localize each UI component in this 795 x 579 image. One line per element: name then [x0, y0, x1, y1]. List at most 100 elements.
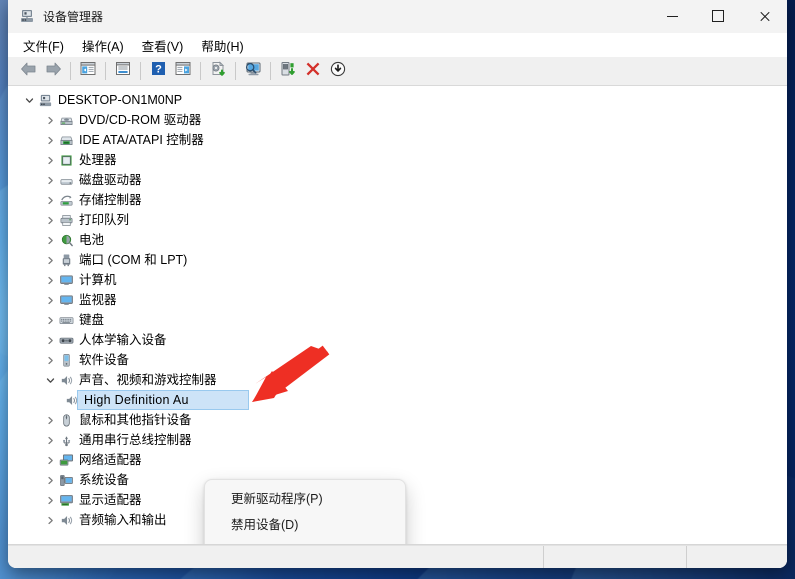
chevron-right-icon[interactable] [42, 332, 58, 348]
chevron-right-icon[interactable] [42, 472, 58, 488]
close-icon [759, 11, 770, 22]
tree-node-software-devices[interactable]: 软件设备 [8, 350, 787, 370]
forward-button[interactable] [41, 59, 65, 83]
back-icon [20, 62, 37, 81]
help-button[interactable]: ? [146, 59, 170, 83]
enable-device-icon [280, 61, 297, 82]
tree-node-network-adapters[interactable]: 网络适配器 [8, 450, 787, 470]
tree-node-label: 电池 [79, 233, 105, 247]
toolbar-separator-5 [235, 62, 236, 80]
tree-node-label: 通用串行总线控制器 [79, 433, 192, 447]
chevron-down-icon[interactable] [42, 372, 58, 388]
ctx-uninstall-device[interactable]: 卸载设备(U) [205, 536, 405, 545]
chevron-right-icon[interactable] [42, 252, 58, 268]
usb-controller-icon [58, 432, 74, 448]
forward-icon [45, 62, 62, 81]
properties-icon [115, 61, 131, 81]
title-bar[interactable]: 设备管理器 [8, 0, 787, 33]
window-title: 设备管理器 [43, 9, 104, 24]
disable-device-button[interactable] [326, 59, 350, 83]
tree-node-print-queues[interactable]: 打印队列 [8, 210, 787, 230]
maximize-button[interactable] [695, 0, 741, 32]
tree-node-label: 计算机 [79, 273, 117, 287]
properties-button[interactable] [111, 59, 135, 83]
tree-node-storage-controllers[interactable]: 存储控制器 [8, 190, 787, 210]
tree-node-label: 鼠标和其他指针设备 [79, 413, 192, 427]
tree-node-keyboards[interactable]: 键盘 [8, 310, 787, 330]
tree-node-label: 系统设备 [79, 473, 130, 487]
chevron-right-icon[interactable] [42, 312, 58, 328]
tree-node-monitors[interactable]: 监视器 [8, 290, 787, 310]
minimize-button[interactable] [649, 0, 695, 32]
print-queue-icon [58, 212, 74, 228]
tree-node-mice[interactable]: 鼠标和其他指针设备 [8, 410, 787, 430]
scan-hardware-changes-button[interactable] [241, 59, 265, 83]
show-hide-action-pane-icon [175, 61, 191, 81]
chevron-right-icon[interactable] [42, 172, 58, 188]
chevron-down-icon[interactable] [21, 92, 37, 108]
chevron-right-icon[interactable] [42, 232, 58, 248]
enable-device-button[interactable] [276, 59, 300, 83]
uninstall-device-button[interactable] [301, 59, 325, 83]
computer-root-icon [37, 92, 53, 108]
status-bar [8, 545, 787, 568]
ctx-update-driver[interactable]: 更新驱动程序(P) [205, 484, 405, 510]
tree-node-ide-controller[interactable]: IDE ATA/ATAPI 控制器 [8, 130, 787, 150]
tree-node-root[interactable]: DESKTOP-ON1M0NP [8, 90, 787, 110]
tree-node-sound-controllers[interactable]: 声音、视频和游戏控制器 [8, 370, 787, 390]
chevron-right-icon[interactable] [42, 112, 58, 128]
tree-node-label: 端口 (COM 和 LPT) [79, 253, 188, 267]
monitor-icon [58, 292, 74, 308]
chevron-right-icon[interactable] [42, 292, 58, 308]
status-pane-main [8, 546, 543, 568]
update-driver-button[interactable] [206, 59, 230, 83]
toolbar-separator-3 [140, 62, 141, 80]
chevron-right-icon[interactable] [42, 452, 58, 468]
device-tree: DESKTOP-ON1M0NP DVD/CD-ROM 驱动器 IDE ATA/A… [8, 86, 787, 544]
chevron-right-icon[interactable] [42, 492, 58, 508]
tree-node-usb-controllers[interactable]: 通用串行总线控制器 [8, 430, 787, 450]
menu-bar: 文件(F) 操作(A) 查看(V) 帮助(H) [8, 33, 787, 57]
audio-io-icon [58, 512, 74, 528]
close-button[interactable] [741, 0, 787, 32]
chevron-right-icon[interactable] [42, 192, 58, 208]
tree-node-hid[interactable]: 人体学输入设备 [8, 330, 787, 350]
tree-node-dvd-cdrom[interactable]: DVD/CD-ROM 驱动器 [8, 110, 787, 130]
tree-node-label: 磁盘驱动器 [79, 173, 142, 187]
tree-node-processor[interactable]: 处理器 [8, 150, 787, 170]
show-hide-console-tree-icon [80, 61, 96, 81]
chevron-right-icon[interactable] [42, 512, 58, 528]
uninstall-device-icon [305, 61, 321, 82]
show-hide-action-pane-button[interactable] [171, 59, 195, 83]
disk-drive-icon [58, 172, 74, 188]
disable-device-icon [330, 61, 346, 82]
chevron-right-icon[interactable] [42, 152, 58, 168]
toolbar-separator-1 [70, 62, 71, 80]
keyboard-icon [58, 312, 74, 328]
tree-node-batteries[interactable]: 电池 [8, 230, 787, 250]
tree-node-high-definition-audio[interactable]: High Definition Au [8, 390, 787, 410]
back-button[interactable] [16, 59, 40, 83]
toolbar: ? [8, 57, 787, 86]
chevron-right-icon[interactable] [42, 432, 58, 448]
ctx-disable-device[interactable]: 禁用设备(D) [205, 510, 405, 536]
ide-controller-icon [58, 132, 74, 148]
chevron-right-icon[interactable] [42, 212, 58, 228]
tree-node-ports[interactable]: 端口 (COM 和 LPT) [8, 250, 787, 270]
menu-view[interactable]: 查看(V) [133, 33, 193, 58]
menu-help[interactable]: 帮助(H) [192, 33, 252, 58]
menu-file[interactable]: 文件(F) [14, 33, 73, 58]
context-menu: 更新驱动程序(P) 禁用设备(D) 卸载设备(U) 扫描检测硬件改动(A) 属性… [204, 479, 406, 545]
maximize-icon [712, 10, 724, 22]
chevron-right-icon[interactable] [42, 412, 58, 428]
tree-node-disk-drives[interactable]: 磁盘驱动器 [8, 170, 787, 190]
device-tree-panel[interactable]: DESKTOP-ON1M0NP DVD/CD-ROM 驱动器 IDE ATA/A… [8, 86, 787, 545]
device-manager-window: 设备管理器 文件(F) 操作(A) 查看(V) 帮助(H) ? DESKTOP-… [8, 0, 787, 568]
show-hide-console-tree-button[interactable] [76, 59, 100, 83]
chevron-right-icon[interactable] [42, 272, 58, 288]
chevron-right-icon[interactable] [42, 352, 58, 368]
menu-action[interactable]: 操作(A) [73, 33, 133, 58]
chevron-right-icon[interactable] [42, 132, 58, 148]
tree-node-computer[interactable]: 计算机 [8, 270, 787, 290]
storage-controller-icon [58, 192, 74, 208]
